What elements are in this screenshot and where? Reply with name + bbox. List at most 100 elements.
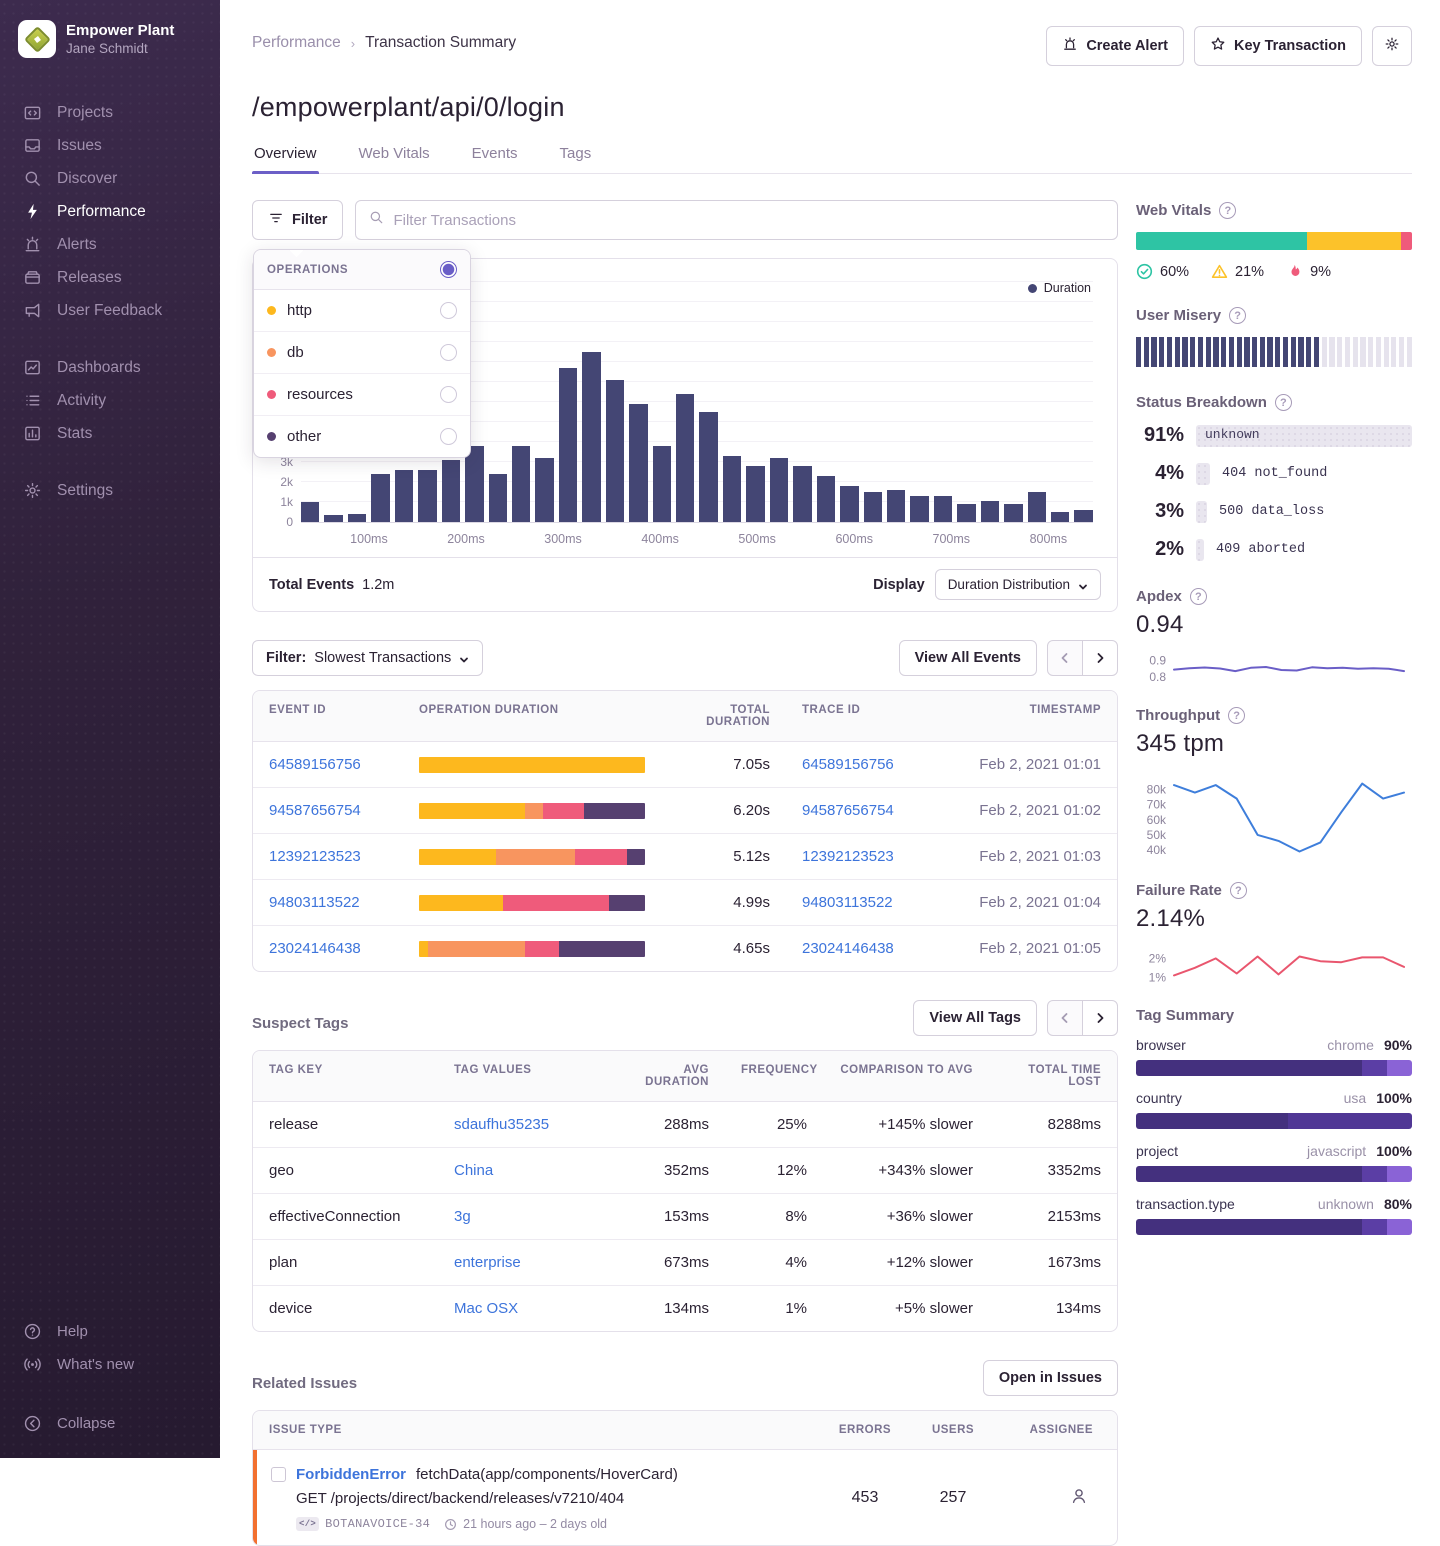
histogram-bar[interactable] [676,394,694,522]
histogram-bar[interactable] [489,474,507,522]
pager-next-button[interactable] [1082,640,1118,676]
issue-assignee[interactable] [997,1472,1117,1524]
histogram-bar[interactable] [1074,510,1092,522]
sidebar-item-releases[interactable]: Releases [0,261,220,294]
breadcrumb-performance[interactable]: Performance [252,34,341,52]
org-switcher[interactable]: Empower Plant Jane Schmidt [0,14,220,64]
tag-value-link[interactable]: Mac OSX [454,1300,518,1317]
histogram-bar[interactable] [1004,504,1022,522]
histogram-bar[interactable] [723,456,741,522]
tab-events[interactable]: Events [470,145,520,173]
create-alert-button[interactable]: Create Alert [1046,26,1184,66]
display-select[interactable]: Duration Distribution [935,569,1101,600]
histogram-bar[interactable] [887,490,905,522]
histogram-bar[interactable] [1028,492,1046,522]
sidebar-item-discover[interactable]: Discover [0,162,220,195]
key-transaction-button[interactable]: Key Transaction [1194,26,1362,66]
tag-value-link[interactable]: sdaufhu35235 [454,1116,549,1133]
pager-prev-button[interactable] [1047,640,1083,676]
issue-type-link[interactable]: ForbiddenError [296,1466,406,1483]
histogram-bar[interactable] [559,368,577,522]
tag-value-link[interactable]: enterprise [454,1254,521,1271]
sidebar-item-performance[interactable]: Performance [0,195,220,228]
sidebar-item-what-s-new[interactable]: What's new [0,1348,220,1381]
help-icon[interactable]: ? [1229,307,1246,324]
histogram-bar[interactable] [465,446,483,522]
histogram-bar[interactable] [934,496,952,522]
histogram-bar[interactable] [793,466,811,522]
operation-option-db[interactable]: db [254,332,470,374]
help-icon[interactable]: ? [1275,394,1292,411]
histogram-bar[interactable] [981,501,999,522]
sidebar-item-projects[interactable]: Projects [0,96,220,129]
operation-radio[interactable] [440,386,457,403]
event-id-link[interactable]: 94587656754 [269,802,361,819]
histogram-bar[interactable] [629,404,647,522]
view-all-tags-button[interactable]: View All Tags [913,1000,1037,1036]
open-in-issues-button[interactable]: Open in Issues [983,1360,1118,1396]
histogram-bar[interactable] [653,446,671,522]
histogram-bar[interactable] [442,460,460,522]
histogram-bar[interactable] [324,515,342,522]
tab-tags[interactable]: Tags [558,145,594,173]
histogram-bar[interactable] [910,496,928,522]
sidebar-item-user-feedback[interactable]: User Feedback [0,294,220,327]
trace-id-link[interactable]: 94803113522 [802,894,893,911]
trace-id-link[interactable]: 12392123523 [802,848,894,865]
issue-checkbox[interactable] [271,1467,286,1482]
tag-value-link[interactable]: China [454,1162,493,1179]
event-id-link[interactable]: 23024146438 [269,940,361,957]
histogram-bar[interactable] [535,458,553,522]
sidebar-item-alerts[interactable]: Alerts [0,228,220,261]
trace-id-link[interactable]: 64589156756 [802,756,894,773]
operation-radio[interactable] [440,344,457,361]
histogram-bar[interactable] [371,474,389,522]
histogram-bar[interactable] [699,412,717,522]
pager-prev-button[interactable] [1047,1000,1083,1036]
histogram-bar[interactable] [606,380,624,522]
operation-option-resources[interactable]: resources [254,374,470,416]
histogram-bar[interactable] [770,458,788,522]
sidebar-item-collapse[interactable]: Collapse [0,1407,220,1440]
histogram-bar[interactable] [864,492,882,522]
sidebar-item-settings[interactable]: Settings [0,474,220,507]
histogram-bar[interactable] [957,504,975,522]
histogram-bar[interactable] [301,502,319,522]
pager-next-button[interactable] [1082,1000,1118,1036]
event-id-link[interactable]: 94803113522 [269,894,360,911]
histogram-bar[interactable] [418,470,436,522]
operation-option-http[interactable]: http [254,290,470,332]
operation-radio[interactable] [440,302,457,319]
histogram-bar[interactable] [582,352,600,522]
operation-radio[interactable] [440,428,457,445]
help-icon[interactable]: ? [1190,588,1207,605]
histogram-bar[interactable] [840,486,858,522]
sidebar-item-stats[interactable]: Stats [0,417,220,450]
help-icon[interactable]: ? [1219,202,1236,219]
histogram-bar[interactable] [395,470,413,522]
tag-value-link[interactable]: 3g [454,1208,471,1225]
histogram-bar[interactable] [746,466,764,522]
event-id-link[interactable]: 64589156756 [269,756,361,773]
filter-button[interactable]: Filter [252,200,343,240]
trace-id-link[interactable]: 94587656754 [802,802,894,819]
sidebar-item-help[interactable]: Help [0,1315,220,1348]
settings-gear-button[interactable] [1372,26,1412,66]
tab-web-vitals[interactable]: Web Vitals [357,145,432,173]
histogram-bar[interactable] [512,446,530,522]
view-all-events-button[interactable]: View All Events [899,640,1037,676]
event-id-link[interactable]: 12392123523 [269,848,361,865]
help-icon[interactable]: ? [1230,882,1247,899]
histogram-bar[interactable] [1051,512,1069,522]
help-icon[interactable]: ? [1228,707,1245,724]
tab-overview[interactable]: Overview [252,145,319,173]
sidebar-item-issues[interactable]: Issues [0,129,220,162]
sidebar-item-activity[interactable]: Activity [0,384,220,417]
histogram-bar[interactable] [348,514,366,522]
sidebar-item-dashboards[interactable]: Dashboards [0,351,220,384]
operations-dropdown-header[interactable]: OPERATIONS [254,250,470,290]
trace-id-link[interactable]: 23024146438 [802,940,894,957]
histogram-bar[interactable] [817,476,835,522]
events-filter-select[interactable]: Filter: Slowest Transactions [252,640,483,676]
search-input[interactable] [393,212,1104,229]
